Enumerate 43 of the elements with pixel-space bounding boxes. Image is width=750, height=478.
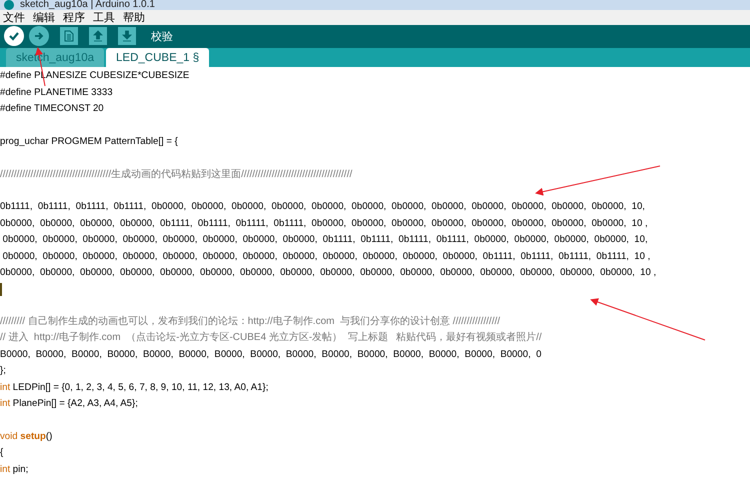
menu-item[interactable]: 帮助 — [123, 10, 145, 25]
code-text: 0b1111, 0b1111, 0b1111, 0b1111, 0b0000, 0b0000, 0b0000, 0b0000, 0b0000, 0b0000, 0b0000, 0b0000, 0b0000, 0b0000, 0b0000, 0b0000, 10, — [0, 200, 645, 214]
window-title: sketch_aug10a | Arduino 1.0.1 — [20, 0, 155, 10]
toolbar-status-label: 校验 — [151, 30, 173, 44]
code-comment: ////////////////////////////////////////生成动画的代码粘贴到这里面//////////////////////////////////////// — [0, 168, 352, 182]
arrow-up-icon — [93, 30, 103, 42]
code-keyword: void — [0, 430, 18, 444]
code-text: prog_uchar PROGMEM PatternTable[] = { — [0, 134, 178, 149]
menu-item[interactable]: 文件 — [3, 10, 25, 25]
menu-item[interactable]: 工具 — [93, 10, 115, 25]
code-text: () — [46, 430, 52, 444]
code-text: 0b0000, 0b0000, 0b0000, 0b0000, 0b0000, 0b0000, 0b0000, 0b0000, 0b1111, 0b1111, 0b1111, 0b1111, 0b0000, 0b0000, 0b0000, 0b0000, 10, — [2, 233, 648, 248]
code-text: LEDPin[] = {0, 1, 2, 3, 4, 5, 6, 7, 8, 9, 10, 11, 12, 13, A0, A1}; — [12, 380, 268, 395]
code-text: 0b0000, 0b0000, 0b0000, 0b0000, 0b1111, 0b1111, 0b1111, 0b1111, 0b0000, 0b0000, 0b0000, 0b0000, 0b0000, 0b0000, 0b0000, 0b0000, 10 , — [0, 216, 648, 231]
new-button[interactable] — [60, 27, 78, 46]
text-cursor — [0, 282, 2, 296]
code-text: 0b0000, 0b0000, 0b0000, 0b0000, 0b0000, 0b0000, 0b0000, 0b0000, 0b0000, 0b0000, 0b0000, 0b0000, 0b1111, 0b1111, 0b1111, 0b1111, 10 , — [2, 250, 650, 264]
code-keyword: int — [0, 397, 10, 412]
open-button[interactable] — [89, 27, 107, 46]
code-comment: ///////// 自己制作生成的动画也可以，发布到我们的论坛：http://电子制作.com 与我们分享你的设计创意 ///////////////// — [0, 314, 500, 330]
menu-item[interactable]: 编辑 — [33, 10, 55, 25]
menu-item[interactable]: 程序 — [63, 10, 85, 25]
code-text: #define PLANETIME 3333 — [0, 86, 113, 100]
arrow-right-icon — [34, 31, 44, 42]
arrow-down-icon — [122, 30, 132, 42]
code-text: { — [0, 446, 4, 460]
check-icon — [8, 30, 20, 42]
editor-tab[interactable]: LED_CUBE_1 § — [106, 48, 210, 68]
code-comment: // 进入 http://电子制作.com （点击论坛-光立方专区-CUBE4 光立方区-发帖） 写上标题 粘贴代码，最好有视频或者照片// — [0, 330, 542, 346]
upload-button[interactable] — [29, 26, 49, 46]
save-button[interactable] — [118, 27, 136, 46]
code-text: #define TIMECONST 20 — [0, 102, 104, 116]
app-icon — [4, 0, 14, 10]
code-text: 0b0000, 0b0000, 0b0000, 0b0000, 0b0000, 0b0000, 0b0000, 0b0000, 0b0000, 0b0000, 0b0000, 0b0000, 0b0000, 0b0000, 0b0000, 0b0000, 10 , — [0, 266, 656, 280]
code-function-name: setup — [19, 430, 46, 444]
verify-button[interactable] — [4, 26, 24, 46]
code-text: pin; — [12, 462, 28, 477]
code-keyword: int — [0, 380, 10, 395]
code-text: B0000, B0000, B0000, B0000, B0000, B0000, B0000, B0000, B0000, B0000, B0000, B0000, B0000, B0000, B0000, 0 — [0, 348, 542, 362]
code-text: }; — [0, 364, 6, 378]
code-keyword: int — [0, 462, 10, 477]
code-text: PlanePin[] = {A2, A3, A4, A5}; — [12, 397, 138, 412]
document-icon — [64, 30, 74, 42]
